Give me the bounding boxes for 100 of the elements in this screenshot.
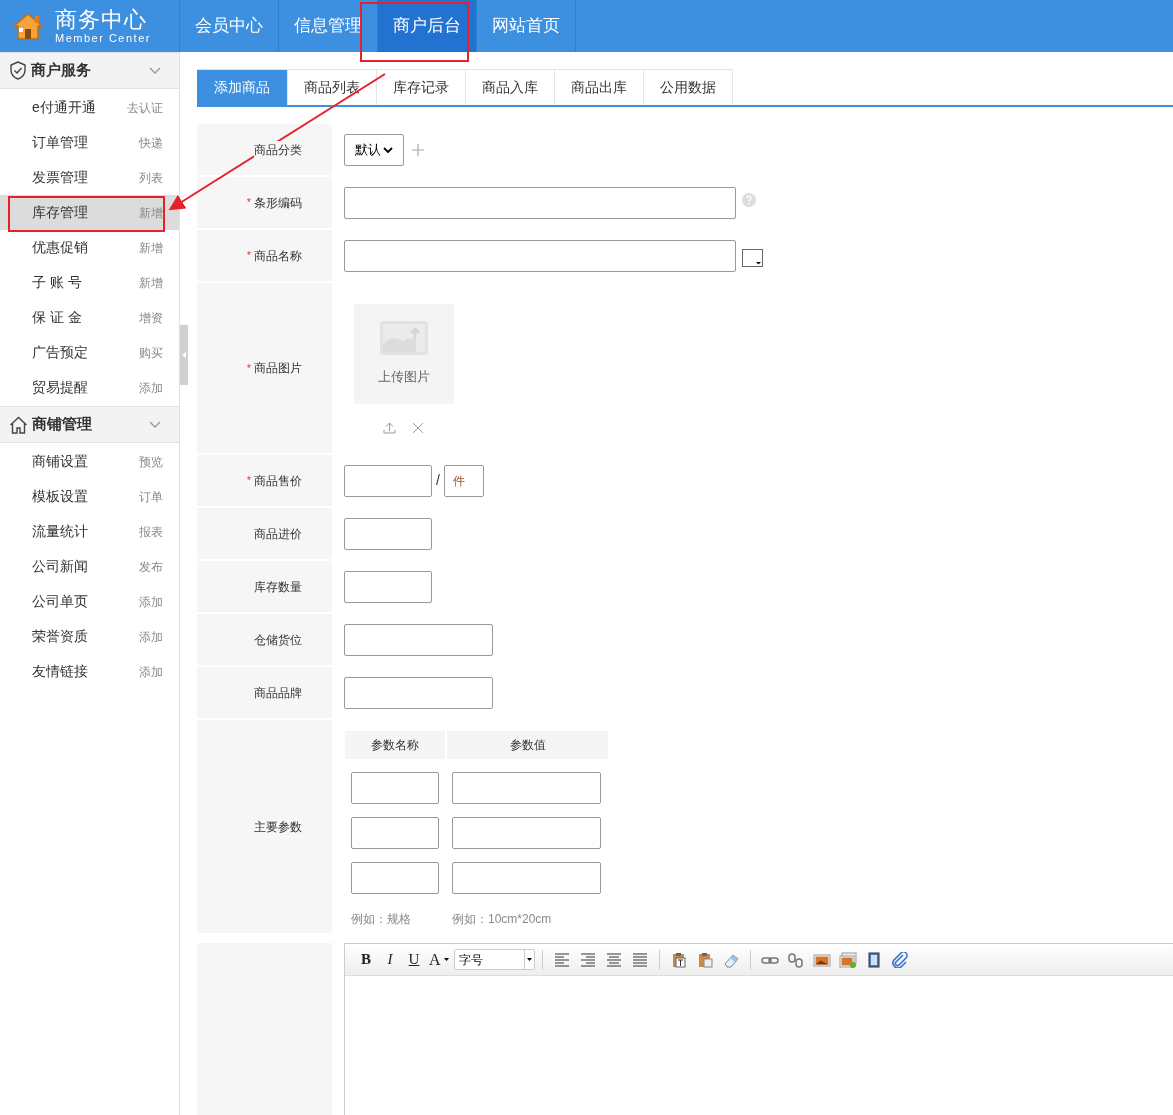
chevron-down-icon bbox=[383, 146, 393, 153]
action-link[interactable]: 报表 bbox=[139, 522, 163, 541]
multi-image-icon[interactable] bbox=[838, 951, 857, 968]
action-link[interactable]: 列表 bbox=[139, 168, 163, 187]
bold-button[interactable]: B bbox=[355, 948, 377, 971]
sidebar-item[interactable]: 流量统计 报表 bbox=[0, 514, 179, 549]
align-center-icon[interactable] bbox=[604, 951, 623, 968]
underline-button[interactable]: U bbox=[403, 948, 425, 971]
action-link[interactable]: 订单 bbox=[139, 487, 163, 506]
field-label-cell: * 商品图片 bbox=[197, 283, 332, 453]
sidebar-item[interactable]: 优惠促销 新增 bbox=[0, 230, 179, 265]
tab[interactable]: 商品入库 bbox=[466, 69, 555, 105]
close-icon[interactable] bbox=[412, 422, 424, 434]
field-label-cell: * 条形编码 bbox=[197, 177, 332, 228]
hint-text: 例如：规格 bbox=[351, 912, 411, 926]
caret-down-icon bbox=[526, 958, 532, 961]
chevron-down-icon bbox=[149, 421, 161, 428]
justify-icon[interactable] bbox=[630, 951, 649, 968]
image-upload-icon bbox=[380, 321, 428, 356]
field-label-cell: 商品品牌 bbox=[197, 667, 332, 718]
param-value-input[interactable] bbox=[452, 817, 601, 849]
required-mark: * bbox=[246, 248, 251, 264]
sidebar-item[interactable]: 子 账 号 新增 bbox=[0, 265, 179, 300]
name-input[interactable] bbox=[344, 239, 736, 272]
text-input[interactable] bbox=[344, 570, 432, 603]
param-value-input[interactable] bbox=[452, 862, 601, 894]
sidebar-item[interactable]: 订单管理 快递 bbox=[0, 125, 179, 160]
action-link[interactable]: 添加 bbox=[139, 378, 163, 397]
image-icon[interactable] bbox=[812, 951, 831, 968]
house-outline-icon bbox=[9, 415, 28, 434]
column-header: 参数值 bbox=[447, 731, 608, 759]
action-link[interactable]: 增资 bbox=[139, 308, 163, 327]
sidebar-item[interactable]: 发票管理 列表 bbox=[0, 160, 179, 195]
chevron-down-icon bbox=[149, 67, 161, 74]
action-link[interactable]: 新增 bbox=[139, 273, 163, 292]
sidebar-item[interactable]: 保 证 金 增资 bbox=[0, 300, 179, 335]
section-header[interactable]: 商户服务 bbox=[0, 52, 179, 89]
house-icon bbox=[13, 12, 43, 40]
field-label-cell: 仓储货位 bbox=[197, 614, 332, 665]
tab[interactable]: 公用数据 bbox=[644, 69, 733, 105]
logo-subtitle: Member Center bbox=[55, 32, 151, 44]
tab[interactable]: 库存记录 bbox=[377, 69, 466, 105]
align-left-icon[interactable] bbox=[552, 951, 571, 968]
required-mark: * bbox=[246, 195, 251, 211]
sidebar-item[interactable]: 模板设置 订单 bbox=[0, 479, 179, 514]
nav-tab[interactable]: 商户后台 bbox=[378, 0, 477, 52]
action-link[interactable]: 添加 bbox=[139, 592, 163, 611]
action-link[interactable]: 快递 bbox=[139, 133, 163, 152]
category-select[interactable]: 默认 bbox=[344, 133, 404, 166]
action-link[interactable]: 添加 bbox=[139, 627, 163, 646]
unit-input[interactable]: 件 bbox=[443, 464, 484, 497]
field-label-cell: 商品进价 bbox=[197, 508, 332, 559]
font-color-button[interactable]: A bbox=[427, 948, 451, 971]
action-link[interactable]: 去认证 bbox=[127, 98, 163, 117]
sidebar-item[interactable]: 公司新闻 发布 bbox=[0, 549, 179, 584]
required-mark: * bbox=[246, 360, 251, 376]
unlink-icon[interactable] bbox=[786, 951, 805, 968]
sidebar-item[interactable]: 贸易提醒 添加 bbox=[0, 370, 179, 405]
field-label-cell: 主要参数 bbox=[197, 720, 332, 933]
paperclip-icon[interactable] bbox=[890, 951, 909, 968]
caret-left-icon bbox=[182, 352, 186, 358]
param-name-input[interactable] bbox=[351, 772, 439, 804]
action-link[interactable]: 添加 bbox=[139, 662, 163, 681]
action-link[interactable]: 新增 bbox=[139, 238, 163, 257]
param-name-input[interactable] bbox=[351, 817, 439, 849]
sidebar-item[interactable]: 公司单页 添加 bbox=[0, 584, 179, 619]
sidebar-item[interactable]: 荣誉资质 添加 bbox=[0, 619, 179, 654]
plus-icon[interactable] bbox=[412, 143, 424, 156]
barcode-input[interactable] bbox=[344, 186, 736, 219]
action-link[interactable]: 发布 bbox=[139, 557, 163, 576]
action-link[interactable]: 购买 bbox=[139, 343, 163, 362]
action-link[interactable]: 预览 bbox=[139, 452, 163, 471]
sidebar-item[interactable]: e付通开通 去认证 bbox=[0, 90, 179, 125]
param-value-input[interactable] bbox=[452, 772, 601, 804]
text-input[interactable] bbox=[344, 676, 493, 709]
sidebar-item[interactable]: 商铺设置 预览 bbox=[0, 444, 179, 479]
text-input[interactable] bbox=[344, 517, 432, 550]
align-right-icon[interactable] bbox=[578, 951, 597, 968]
shield-check-icon bbox=[9, 61, 27, 80]
required-mark: * bbox=[246, 473, 251, 489]
collapse-handle[interactable] bbox=[180, 325, 188, 385]
tab[interactable]: 商品列表 bbox=[288, 69, 377, 105]
sidebar-item[interactable]: 库存管理 新增 bbox=[0, 195, 179, 230]
italic-button[interactable]: I bbox=[379, 948, 401, 971]
section-header[interactable]: 商铺管理 bbox=[0, 406, 179, 443]
param-name-input[interactable] bbox=[351, 862, 439, 894]
field-label-cell: * 商品名称 bbox=[197, 230, 332, 281]
rich-text-editor[interactable]: B I U A 字号 bbox=[344, 943, 1173, 1115]
caret-down-icon bbox=[443, 958, 449, 961]
dropdown-box-icon[interactable] bbox=[742, 248, 763, 267]
column-header: 参数名称 bbox=[345, 731, 445, 759]
image-upload-area[interactable]: 上传图片 bbox=[354, 304, 454, 404]
sidebar-item[interactable]: 广告预定 购买 bbox=[0, 335, 179, 370]
font-size-select[interactable]: 字号 bbox=[453, 949, 535, 970]
field-label-cell: 商品分类 bbox=[197, 124, 332, 175]
tab[interactable]: 商品出库 bbox=[555, 69, 644, 105]
sidebar-item[interactable]: 友情链接 添加 bbox=[0, 654, 179, 689]
upload-icon[interactable] bbox=[383, 422, 396, 434]
text-input[interactable] bbox=[344, 623, 493, 656]
price-input[interactable] bbox=[344, 464, 432, 497]
